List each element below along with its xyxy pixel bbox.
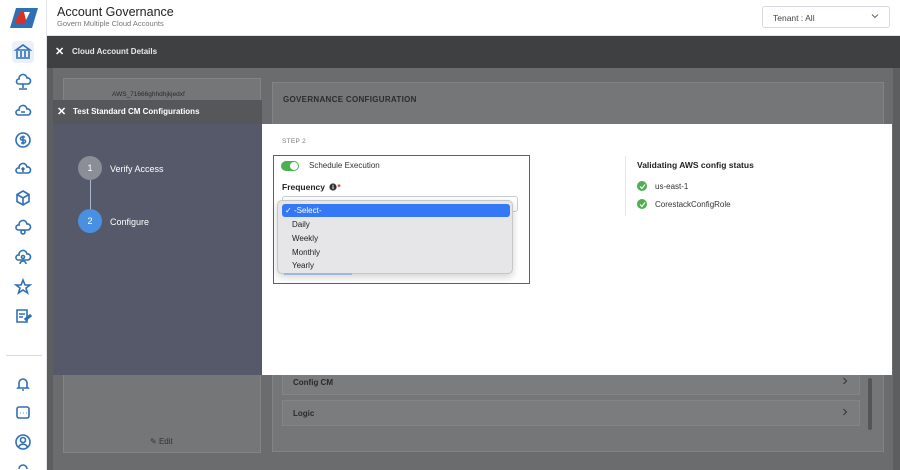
accordion-label: Config CM <box>293 378 333 387</box>
frequency-option-monthly[interactable]: Monthly <box>282 246 510 259</box>
frequency-option-daily[interactable]: Daily <box>282 218 510 231</box>
left-nav-rail <box>0 0 47 470</box>
cube-icon[interactable] <box>12 187 34 209</box>
star-icon[interactable] <box>12 276 34 298</box>
chevron-down-icon <box>871 14 879 19</box>
dollar-icon[interactable] <box>12 129 34 151</box>
page-subtitle: Govern Multiple Cloud Accounts <box>57 19 164 28</box>
input-focus-underline <box>284 273 352 275</box>
cloud-upload-icon[interactable] <box>12 158 34 180</box>
validation-item-label: us-east-1 <box>655 181 689 191</box>
drawer-title: Cloud Account Details <box>72 47 158 56</box>
step-1-indicator[interactable]: 1 <box>78 156 102 180</box>
schedule-execution-label: Schedule Execution <box>309 161 380 170</box>
account-id: AWS_71666ghhdhjkjedxf <box>112 91 185 98</box>
drawer-header <box>47 36 900 68</box>
scrollbar[interactable] <box>868 378 872 430</box>
step-connector <box>90 180 91 210</box>
tenant-select-value: Tenant : All <box>773 13 815 23</box>
accordion-label: Logic <box>293 409 315 418</box>
frequency-option-weekly[interactable]: Weekly <box>282 232 510 245</box>
schedule-execution-toggle[interactable] <box>281 161 299 171</box>
bell-icon[interactable] <box>12 373 34 395</box>
option-label: -Select- <box>293 206 322 215</box>
frequency-label-text: Frequency <box>282 182 325 192</box>
validation-divider <box>625 156 626 216</box>
check-circle-icon <box>637 199 647 209</box>
cloud-sync-icon[interactable] <box>12 100 34 122</box>
bank-icon[interactable] <box>12 41 34 63</box>
step-2-indicator[interactable]: 2 <box>78 209 102 233</box>
top-header: Account Governance Govern Multiple Cloud… <box>47 0 900 36</box>
check-icon: ✓ <box>285 206 292 215</box>
modal-title: Test Standard CM Configurations <box>73 107 200 116</box>
step-2-label[interactable]: Configure <box>110 217 149 227</box>
step-1-label[interactable]: Verify Access <box>110 164 164 174</box>
required-indicator: * <box>337 182 341 192</box>
frequency-option-select[interactable]: ✓ -Select- <box>282 204 510 217</box>
app-logo-icon[interactable] <box>10 8 38 28</box>
validation-item-label: CorestackConfigRole <box>655 199 731 209</box>
validation-title: Validating AWS config status <box>637 160 754 170</box>
frequency-dropdown-menu: ✓ -Select- Daily Weekly Monthly Yearly <box>277 200 513 274</box>
cloud-user-icon[interactable] <box>12 246 34 268</box>
chevron-right-icon <box>843 377 848 385</box>
validation-item: CorestackConfigRole <box>637 198 731 210</box>
modal-close-icon[interactable]: ✕ <box>57 105 66 118</box>
chat-icon[interactable] <box>12 402 34 424</box>
tenant-select[interactable]: Tenant : All <box>762 6 890 28</box>
validation-item: us-east-1 <box>637 180 688 192</box>
governance-section-title: GOVERNANCE CONFIGURATION <box>283 95 417 104</box>
check-circle-icon <box>637 181 647 191</box>
step-caption: STEP 2 <box>282 138 307 145</box>
frequency-option-yearly[interactable]: Yearly <box>282 259 510 272</box>
rail-divider <box>6 355 42 356</box>
user-circle-icon[interactable] <box>12 431 34 453</box>
edit-link[interactable]: ✎ Edit <box>150 437 173 446</box>
page-title: Account Governance <box>57 5 174 19</box>
report-icon[interactable] <box>12 305 34 327</box>
chevron-right-icon <box>843 408 848 416</box>
cloud-gear-icon[interactable] <box>12 216 34 238</box>
more-icon[interactable] <box>12 458 34 470</box>
frequency-label: Frequency * <box>282 182 341 192</box>
drawer-close-icon[interactable]: ✕ <box>55 45 64 58</box>
cloud-network-icon[interactable] <box>12 71 34 93</box>
edit-link-label: Edit <box>158 437 173 446</box>
accordion-logic[interactable]: Logic <box>282 400 860 426</box>
